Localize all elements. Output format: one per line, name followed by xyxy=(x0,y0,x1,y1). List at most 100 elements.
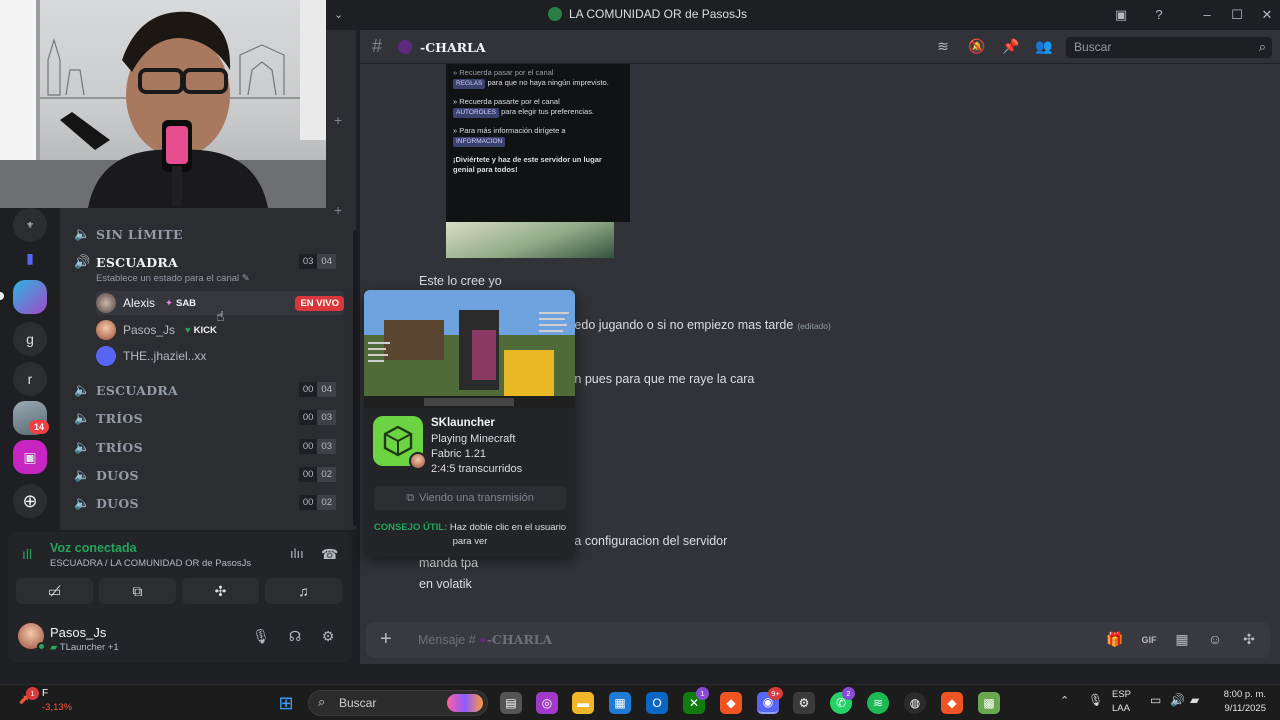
server-icon[interactable]: ⚜ xyxy=(13,208,47,242)
close-button[interactable]: ✕ xyxy=(1258,6,1276,24)
channel-chip[interactable]: REGLAS xyxy=(453,79,486,89)
server-icon[interactable]: ▣ xyxy=(13,440,47,474)
headphones-icon[interactable]: ☊ xyxy=(286,628,304,646)
channel-chip[interactable]: INFORMACION xyxy=(453,137,506,147)
task-view-icon[interactable]: ▤ xyxy=(500,692,522,714)
server-icon[interactable]: r xyxy=(13,362,47,396)
stock-change: -3,13% xyxy=(42,702,73,713)
microphone-icon[interactable]: 🎙 xyxy=(1088,693,1103,707)
embed-card: » Recuerda pasar por el canal REGLAS par… xyxy=(446,64,630,222)
mention-badge: 14 xyxy=(29,420,49,434)
watch-stream-button[interactable]: ⧉ Viendo una transmisión xyxy=(374,486,566,510)
voice-location[interactable]: ESCUADRA / LA COMUNIDAD OR de PasosJs xyxy=(50,558,251,569)
server-icon[interactable] xyxy=(13,280,47,314)
voice-user-jhaziel[interactable]: THE..jhaziel..xx xyxy=(96,344,344,368)
battery-icon[interactable]: ▰ xyxy=(1190,693,1199,707)
windows-start-icon[interactable]: ⊞ xyxy=(275,692,297,714)
screen-share-button[interactable]: ⧉ xyxy=(99,578,176,604)
settings-icon[interactable]: ⚙ xyxy=(793,692,815,714)
chat-header: # -CHARLA ≋ 🔕 📌 👥 Buscar ⌕ xyxy=(360,30,1280,64)
folder-icon[interactable]: ▮ xyxy=(13,241,47,275)
search-input[interactable]: Buscar ⌕ xyxy=(1066,37,1272,58)
user-count: 00 02 xyxy=(298,495,336,510)
voice-channel-trios[interactable]: 🔈 TRÍOS 00 03 xyxy=(74,434,344,460)
channel-status[interactable]: Establece un estado para el canal ✎ xyxy=(96,273,250,284)
emoji-icon[interactable]: ☺ xyxy=(1206,631,1224,649)
composer-placeholder: Mensaje # ●-CHARLA xyxy=(418,632,553,647)
settings-gear-icon[interactable]: ⚙ xyxy=(319,628,337,646)
voice-channel-escuadra-active[interactable]: 🔊 ESCUADRA 03 04 xyxy=(74,249,344,275)
activities-icon: ✣ xyxy=(214,582,227,599)
signal-icon[interactable]: ıll xyxy=(22,546,32,562)
discord-app: ⌄ LA COMUNIDAD OR de PasosJs ▣ ? – ☐ ✕ +… xyxy=(0,0,1280,720)
voice-channel-trios[interactable]: 🔈 TRÍOS 00 03 xyxy=(74,405,344,431)
minimize-button[interactable]: – xyxy=(1198,6,1216,24)
inbox-icon[interactable]: ▣ xyxy=(1112,6,1130,24)
add-server-icon[interactable]: ⊕ xyxy=(13,484,47,518)
embed-image[interactable] xyxy=(446,222,614,258)
microphone-icon[interactable]: 🎙 xyxy=(252,628,270,646)
message-composer[interactable]: + Mensaje # ●-CHARLA 🎁 GIF ▦ ☺ ✣ xyxy=(366,622,1270,658)
apps-icon[interactable]: ✣ xyxy=(1240,631,1258,649)
voice-status[interactable]: Voz conectada xyxy=(50,541,137,555)
voice-channel-duos[interactable]: 🔈 DUOS 00 02 xyxy=(74,462,344,488)
chevron-down-icon[interactable]: ⌄ xyxy=(334,8,343,21)
add-channel-icon[interactable]: + xyxy=(334,112,342,128)
clock-time[interactable]: 8:00 p. m. xyxy=(1212,689,1266,700)
server-icon[interactable]: g xyxy=(13,322,47,356)
camera-off-button[interactable]: ▭̸ xyxy=(16,578,93,604)
soundboard-button[interactable]: ♫ xyxy=(265,578,342,604)
brave-icon[interactable]: ◆ xyxy=(720,692,742,714)
online-status-dot xyxy=(37,642,46,651)
voice-channel-duos[interactable]: 🔈 DUOS 00 02 xyxy=(74,490,344,516)
minecraft-stream-image xyxy=(364,290,575,408)
voice-channel-sin-limite[interactable]: 🔈 SIN LÍMITE xyxy=(74,221,344,247)
sticker-icon[interactable]: ▦ xyxy=(1173,631,1191,649)
store-icon[interactable]: ▦ xyxy=(609,692,631,714)
message: Este lo cree yo xyxy=(419,274,502,288)
file-explorer-icon[interactable]: ▬ xyxy=(572,692,594,714)
channel-title: -CHARLA xyxy=(420,40,486,55)
spotify-icon[interactable]: ≋ xyxy=(867,692,889,714)
username[interactable]: Pasos_Js xyxy=(50,625,106,640)
maximize-button[interactable]: ☐ xyxy=(1228,6,1246,24)
user-panel: Pasos_Js ▰ TLauncher +1 🎙 ☊ ⚙ xyxy=(8,610,352,662)
message: ...n pues para que me raye la cara xyxy=(564,372,755,386)
clock-date[interactable]: 9/11/2025 xyxy=(1212,703,1266,714)
sidebar-scrollbar[interactable] xyxy=(353,230,357,526)
noise-suppression-icon[interactable]: ılıı xyxy=(290,546,304,561)
attach-plus-icon[interactable]: + xyxy=(380,628,392,651)
avatar xyxy=(409,452,427,470)
window-title: LA COMUNIDAD OR de PasosJs xyxy=(569,7,748,21)
network-icon[interactable]: ▭ xyxy=(1150,693,1161,707)
minecraft-icon[interactable]: ▩ xyxy=(978,692,1000,714)
hash-icon: # xyxy=(372,36,383,56)
add-channel-icon[interactable]: + xyxy=(334,202,342,218)
disconnect-icon[interactable]: ☎ xyxy=(321,546,338,563)
channel-chip[interactable]: AUTOROLES xyxy=(453,108,499,118)
speaker-icon: 🔈 xyxy=(74,495,91,510)
mute-notifications-icon[interactable]: 🔕 xyxy=(968,38,986,56)
app-icon[interactable]: ◎ xyxy=(536,692,558,714)
outlook-icon[interactable]: O xyxy=(646,692,668,714)
search-icon: ⌕ xyxy=(318,694,326,709)
volume-icon[interactable]: 🔊 xyxy=(1170,693,1185,707)
cube-icon xyxy=(383,425,413,457)
voice-channel-escuadra[interactable]: 🔈 ESCUADRA 00 04 xyxy=(74,377,344,403)
activities-button[interactable]: ✣ xyxy=(182,578,259,604)
member-list-icon[interactable]: 👥 xyxy=(1035,38,1053,56)
gift-icon[interactable]: 🎁 xyxy=(1106,631,1124,649)
gif-icon[interactable]: GIF xyxy=(1140,631,1158,649)
mouse-cursor: ☝ xyxy=(216,308,225,324)
help-icon[interactable]: ? xyxy=(1150,6,1168,24)
taskbar-search[interactable]: ⌕ Buscar xyxy=(308,690,488,716)
brave-icon[interactable]: ◆ xyxy=(941,692,963,714)
obs-icon[interactable]: ◍ xyxy=(904,692,926,714)
soundboard-icon: ♫ xyxy=(298,583,309,599)
pinned-messages-icon[interactable]: 📌 xyxy=(1002,38,1020,56)
threads-icon[interactable]: ≋ xyxy=(934,38,952,56)
speaker-icon: 🔈 xyxy=(74,382,91,397)
chevron-up-icon[interactable]: ⌃ xyxy=(1060,694,1069,707)
stream-preview[interactable] xyxy=(364,290,575,408)
server-logo-icon xyxy=(548,7,562,21)
